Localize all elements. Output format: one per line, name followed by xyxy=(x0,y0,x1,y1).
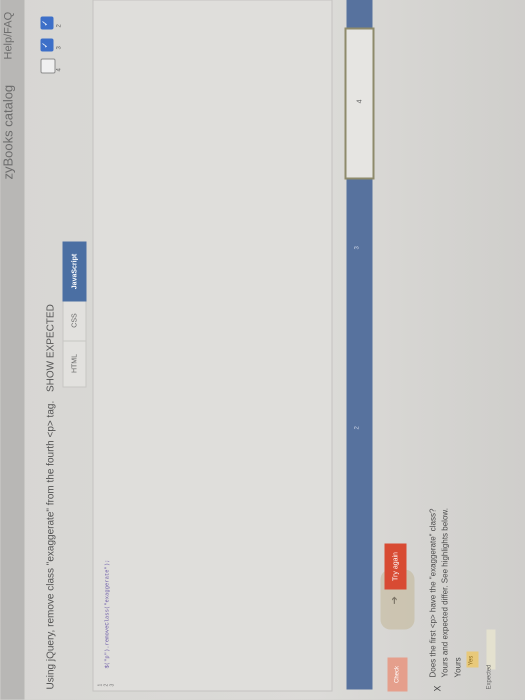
error-mark: X xyxy=(432,685,443,692)
prompt-text: Using jQuery, remove class "exaggerate" … xyxy=(45,400,57,690)
current-step-box[interactable]: 4 xyxy=(344,27,375,180)
expected-label: Expected xyxy=(486,664,493,690)
rotated-page: zyBooks catalog Help/FAQ Using jQuery, r… xyxy=(0,0,525,700)
show-expected-link[interactable]: SHOW EXPECTED xyxy=(46,304,57,392)
tab-html[interactable]: HTML xyxy=(62,339,87,388)
checkmark-icon: ✓ xyxy=(40,41,50,49)
check-button[interactable]: Check xyxy=(387,657,408,692)
line-number: 3 xyxy=(109,683,116,687)
step-label[interactable]: 2 xyxy=(355,426,361,429)
photo-frame: zyBooks catalog Help/FAQ Using jQuery, r… xyxy=(0,0,525,700)
arrow-icon: ➔ xyxy=(389,596,401,605)
checkmark-icon: ✓ xyxy=(40,19,50,27)
step-label[interactable]: 3 xyxy=(355,246,361,249)
yours-highlight: Yes xyxy=(466,651,479,668)
activity-prompt: Using jQuery, remove class "exaggerate" … xyxy=(46,304,57,689)
code-line[interactable]: $("p").removeClass("exaggerate"); xyxy=(104,560,111,669)
yours-value: Yes xyxy=(468,655,475,666)
yours-label: Yours xyxy=(453,657,463,678)
question-number: 2 xyxy=(56,24,63,28)
feedback-explanation: Yours and expected differ. See highlight… xyxy=(440,508,450,678)
progress-stepper: 2 3 4 xyxy=(344,0,375,690)
tab-javascript[interactable]: JavaScript xyxy=(62,241,87,302)
try-again-button[interactable]: Try again xyxy=(384,543,407,590)
code-editor[interactable]: 1 2 3 $("p").removeClass("exaggerate"); xyxy=(92,0,333,692)
current-step-label: 4 xyxy=(356,99,364,104)
line-gutter: 1 2 3 xyxy=(94,669,332,691)
feedback-question: Does the first <p> have the "exaggerate"… xyxy=(428,508,438,678)
help-link[interactable]: Help/FAQ xyxy=(3,12,15,60)
question-number: 4 xyxy=(56,68,63,72)
question-check-1[interactable]: ✓ xyxy=(40,16,54,30)
tab-css[interactable]: CSS xyxy=(62,299,87,342)
question-number: 3 xyxy=(56,46,63,50)
catalog-link[interactable]: zyBooks catalog xyxy=(1,85,16,180)
question-check-2[interactable]: ✓ xyxy=(40,38,54,52)
question-box-4[interactable] xyxy=(40,58,56,74)
